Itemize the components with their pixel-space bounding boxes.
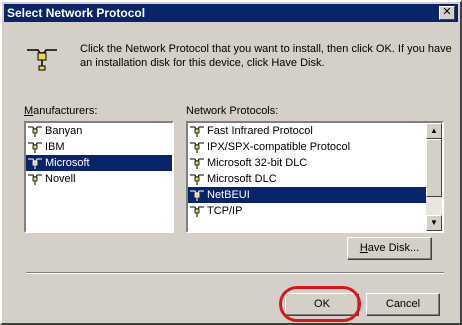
network-protocol-icon	[190, 158, 204, 169]
intro-text: Click the Network Protocol that you want…	[80, 43, 452, 69]
network-protocol-icon	[28, 126, 42, 137]
title-bar[interactable]: Select Network Protocol ✕	[4, 4, 458, 22]
network-protocol-icon	[28, 158, 42, 169]
cancel-button[interactable]: Cancel	[366, 293, 440, 316]
close-icon: ✕	[442, 6, 452, 18]
network-protocols-list[interactable]: Fast Infrared Protocol IPX/SPX-compatibl…	[186, 121, 444, 233]
network-protocol-icon	[27, 49, 57, 71]
scroll-down-icon: ▼	[430, 218, 438, 227]
manufacturer-item-novell[interactable]: Novell	[26, 171, 172, 187]
manufacturers-list[interactable]: Banyan IBM Microsoft Novell	[24, 121, 174, 233]
scroll-down-button[interactable]: ▼	[426, 215, 442, 231]
network-protocols-label: Network Protocols:	[186, 105, 279, 117]
scroll-up-icon: ▲	[430, 126, 438, 135]
scroll-thumb[interactable]	[426, 139, 442, 197]
protocol-item-ipx-spx[interactable]: IPX/SPX-compatible Protocol	[188, 139, 442, 155]
protocols-scrollbar[interactable]: ▲ ▼	[426, 123, 442, 231]
network-protocol-icon	[190, 142, 204, 153]
scroll-up-button[interactable]: ▲	[426, 123, 442, 139]
separator	[26, 272, 444, 274]
network-protocol-icon	[190, 206, 204, 217]
window-title: Select Network Protocol	[7, 6, 146, 20]
manufacturer-item-banyan[interactable]: Banyan	[26, 123, 172, 139]
protocol-item-ms-32bit-dlc[interactable]: Microsoft 32-bit DLC	[188, 155, 442, 171]
network-protocol-icon	[190, 190, 204, 201]
protocol-item-fast-infrared[interactable]: Fast Infrared Protocol	[188, 123, 442, 139]
protocol-item-netbeui[interactable]: NetBEUI	[188, 187, 442, 203]
network-protocol-icon	[28, 174, 42, 185]
select-network-protocol-dialog: Select Network Protocol ✕ Click the Netw…	[0, 0, 462, 325]
have-disk-button[interactable]: Have Disk...	[347, 237, 432, 260]
network-protocol-icon	[28, 142, 42, 153]
protocol-item-ms-dlc[interactable]: Microsoft DLC	[188, 171, 442, 187]
manufacturer-item-microsoft[interactable]: Microsoft	[26, 155, 172, 171]
ok-button[interactable]: OK	[285, 293, 359, 316]
network-protocol-icon	[190, 126, 204, 137]
close-button[interactable]: ✕	[439, 6, 455, 20]
protocol-item-tcp-ip[interactable]: TCP/IP	[188, 203, 442, 219]
manufacturers-label: Manufacturers:	[24, 105, 98, 117]
manufacturer-item-ibm[interactable]: IBM	[26, 139, 172, 155]
network-protocol-icon	[190, 174, 204, 185]
